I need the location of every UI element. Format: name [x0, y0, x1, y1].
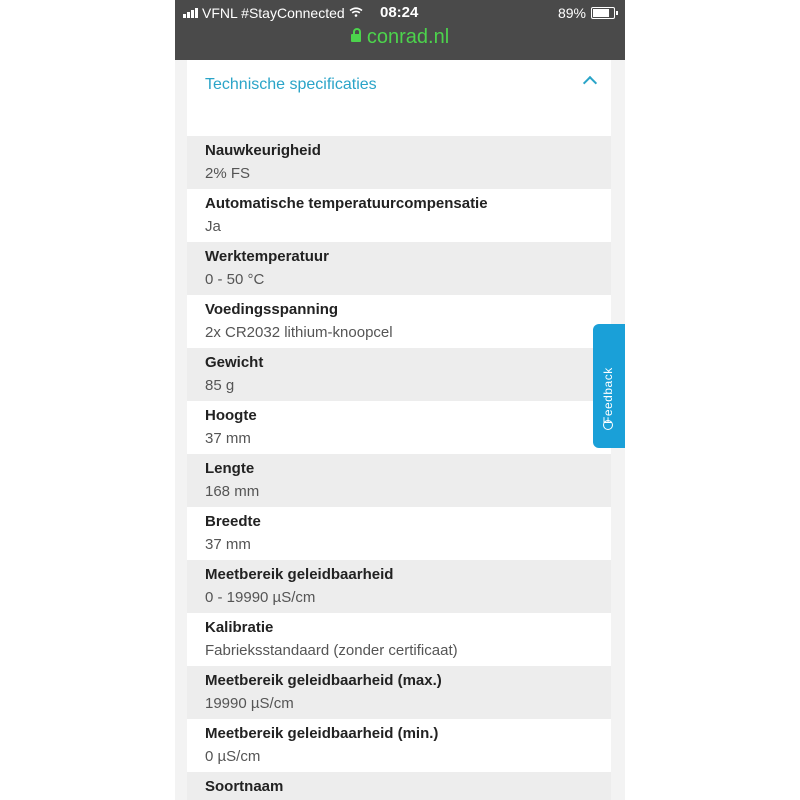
spec-value: 37 mm: [205, 430, 251, 447]
spec-value: 85 g: [205, 377, 235, 394]
spec-value: Fabrieksstandaard (zonder certificaat): [205, 642, 458, 659]
spec-row: Meetbereik geleidbaarheid (min.) 0 µS/cm: [187, 719, 611, 772]
specs-list: Nauwkeurigheid 2% FS Automatische temperat…: [187, 136, 611, 800]
spec-row: Breedte 37 mm: [187, 507, 611, 560]
spec-label: Nauwkeurigheid: [205, 142, 321, 159]
spec-label: Breedte: [205, 513, 261, 530]
chat-bubble-icon: [603, 420, 613, 430]
spec-label: Hoogte: [205, 407, 257, 424]
spec-row: Gewicht 85 g: [187, 348, 611, 401]
chevron-up-icon[interactable]: [582, 75, 598, 91]
spec-row: Werktemperatuur 0 - 50 °C: [187, 242, 611, 295]
spec-value: 168 mm: [205, 483, 260, 500]
spec-label: Gewicht: [205, 354, 264, 371]
spec-value: 2x CR2032 lithium-knoopcel: [205, 324, 393, 341]
spec-row: Hoogte 37 mm: [187, 401, 611, 454]
spec-label: Soortnaam: [205, 778, 284, 795]
spec-label: Meetbereik geleidbaarheid: [205, 566, 394, 583]
top-bar: VFNL #StayConnected 08:24 89% conrad.nl: [175, 0, 625, 60]
spec-row: Meetbereik geleidbaarheid (max.) 19990 µS…: [187, 666, 611, 719]
spec-label: Kalibratie: [205, 619, 274, 636]
spec-value: 2% FS: [205, 165, 251, 182]
spec-row: Soortnaam: [187, 772, 611, 800]
status-bar: VFNL #StayConnected 08:24 89%: [175, 0, 625, 26]
status-left: VFNL #StayConnected: [183, 5, 363, 21]
spec-value: 0 - 50 °C: [205, 271, 265, 288]
spec-value: Ja: [205, 218, 221, 235]
spec-row: Voedingsspanning 2x CR2032 lithium-knoopc…: [187, 295, 611, 348]
spec-value: 19990 µS/cm: [205, 695, 294, 712]
address-bar[interactable]: conrad.nl: [175, 26, 625, 49]
section-title: Technische specificaties: [205, 76, 377, 93]
battery-level: [593, 9, 609, 17]
spec-row: Nauwkeurigheid 2% FS: [187, 136, 611, 189]
spec-row: Kalibratie Fabrieksstandaard (zonder cert…: [187, 613, 611, 666]
wifi-icon: [349, 6, 363, 20]
spec-label: Meetbereik geleidbaarheid (min.): [205, 725, 439, 742]
specs-section-header[interactable]: Technische specificaties: [187, 60, 611, 137]
lock-icon: [350, 28, 361, 42]
url-text: conrad.nl: [366, 26, 450, 48]
status-time: 08:24: [380, 4, 419, 21]
spec-value: 37 mm: [205, 536, 251, 553]
spec-label: Automatische temperatuurcompensatie: [205, 195, 488, 212]
battery-icon: [591, 7, 618, 19]
carrier-name: VFNL #StayConnected: [202, 5, 345, 21]
battery-percentage: 89%: [557, 5, 586, 21]
feedback-label: Feedback: [601, 367, 615, 424]
page-content: Technische specificaties Nauwkeurigheid 2…: [187, 60, 611, 800]
spec-label: Lengte: [205, 460, 255, 477]
spec-label: Voedingsspanning: [205, 301, 339, 318]
spec-row: Lengte 168 mm: [187, 454, 611, 507]
phone-screen: VFNL #StayConnected 08:24 89% conrad.nl …: [175, 0, 625, 800]
feedback-tab[interactable]: Feedback: [593, 324, 625, 448]
spec-row: Meetbereik geleidbaarheid 0 - 19990 µS/cm: [187, 560, 611, 613]
spec-value: 0 µS/cm: [205, 748, 261, 765]
spec-label: Meetbereik geleidbaarheid (max.): [205, 672, 442, 689]
spec-label: Werktemperatuur: [205, 248, 329, 265]
spec-row: Automatische temperatuurcompensatie Ja: [187, 189, 611, 242]
status-right: 89%: [557, 5, 618, 21]
spec-value: 0 - 19990 µS/cm: [205, 589, 316, 606]
signal-bars-icon: [183, 8, 198, 18]
